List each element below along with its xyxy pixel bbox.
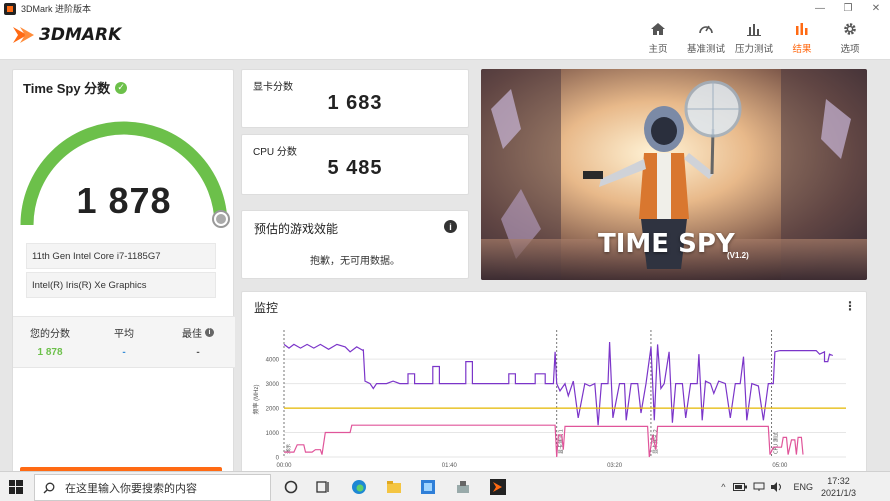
nav-options-label: 选项 [840,44,860,55]
app-icon [4,2,16,15]
home-icon [651,23,665,35]
hero-version: (V1.2) [727,251,749,260]
battery-icon[interactable] [733,483,748,491]
app-icon-generic[interactable] [455,479,471,495]
score-panel: Time Spy 分数 ✓ 1 878 11th Gen Intel Core … [12,69,235,477]
bar-chart-icon [747,24,761,36]
info-icon[interactable]: i [205,328,214,337]
search-placeholder: 在这里输入你要搜索的内容 [65,482,197,495]
3dmark-taskbar-icon[interactable] [490,479,506,495]
logo-icon [13,27,34,43]
cpu-score-label: CPU 分数 [253,147,297,158]
your-score-stat: 您的分数 1 878 [13,317,87,367]
gpu-name: Intel(R) Iris(R) Xe Graphics [26,272,216,298]
search-icon [43,482,55,493]
check-icon: ✓ [115,81,128,94]
x-tick-label: 05:00 [772,463,788,469]
clock[interactable]: 17:32 2021/1/3 [821,475,856,499]
taskbar-search[interactable]: 在这里输入你要搜索的内容 [34,474,271,501]
score-comparison: 您的分数 1 878 平均 - 最佳 i - [13,316,235,368]
average-value: - [122,347,126,358]
cortana-icon[interactable] [283,479,299,495]
logo: 3DMARK [13,24,121,46]
window-title: 3DMark 进阶版本 [21,4,92,14]
best-value: - [196,347,200,358]
clock-time: 17:32 [827,476,850,486]
x-tick-label: 01:40 [442,463,458,469]
volume-icon[interactable] [771,482,783,492]
task-view-icon[interactable] [315,479,331,495]
monitoring-panel: 监控 ⋮ 0 1000 2000 3000 4000 00:00 01:40 03:20 05:… [241,291,867,481]
app-header: 3DMARK 主页 基准测试 压力测试 结果 选项 [0,17,890,60]
y-tick-label: 3000 [266,382,280,388]
minimize-button[interactable]: — [806,0,834,17]
average-label: 平均 [114,329,134,340]
cpu-score-card: CPU 分数 5 485 [241,134,469,195]
y-tick-label: 0 [276,456,280,462]
store-icon[interactable] [420,479,436,495]
nav-home-label: 主页 [648,44,668,55]
section-marker-label: 显卡测试 2 [652,429,659,454]
graphics-score-card: 显卡分数 1 683 [241,69,469,128]
edge-icon[interactable] [351,479,367,495]
graphics-score-value: 1 683 [327,92,383,114]
cpu-name: 11th Gen Intel Core i7-1185G7 [26,243,216,269]
total-score: 1 878 [76,180,172,221]
main-nav: 主页 基准测试 压力测试 结果 选项 [634,21,874,55]
nav-benchmarks-label: 基准测试 [686,44,725,55]
best-label: 最佳 [182,329,202,340]
y-axis-label: 频率 (MHz) [252,385,260,415]
windows-start-icon[interactable] [9,480,23,494]
nav-benchmarks[interactable]: 基准测试 [682,21,730,55]
your-score-value: 1 878 [37,347,63,358]
series-line-3 [284,424,804,458]
your-score-label: 您的分数 [30,329,70,340]
monitoring-chart: 0 1000 2000 3000 4000 00:00 01:40 03:20 05:00 频率 … [252,330,846,469]
benchmark-hero-image: TIME SPY (V1.2) [481,69,867,280]
language-indicator[interactable]: ENG [793,482,813,492]
cpu-score-value: 5 485 [327,157,383,179]
best-label-wrap: 最佳 i [182,325,214,340]
results-icon [796,23,808,35]
logo-text: 3DMARK [39,25,122,45]
nav-results-label: 结果 [792,44,812,55]
score-title-text: Time Spy 分数 [23,81,111,96]
game-performance-note: 抱歉，无可用数据。 [310,256,400,267]
nav-options[interactable]: 选项 [826,21,874,55]
best-stat: 最佳 i - [161,317,235,367]
game-performance-card: 预估的游戏效能 i 抱歉，无可用数据。 [241,210,469,279]
gear-icon [844,23,856,35]
game-performance-title: 预估的游戏效能 [254,222,339,236]
close-button[interactable]: ✕ [862,0,890,17]
nav-home[interactable]: 主页 [634,21,682,55]
maximize-button[interactable]: ❐ [834,0,862,17]
nav-stress-tests[interactable]: 压力测试 [730,21,778,55]
file-explorer-icon[interactable] [386,479,402,495]
y-tick-label: 2000 [266,407,280,413]
window-controls: — ❐ ✕ [806,0,890,17]
graphics-score-label: 显卡分数 [253,82,293,93]
nav-stress-tests-label: 压力测试 [734,44,773,55]
info-icon[interactable]: i [444,220,457,233]
section-marker-label: CPU 测试 [773,432,780,454]
gauge-icon [699,25,713,34]
show-hidden-icons[interactable]: ^ [721,482,725,492]
x-tick-label: 03:20 [607,463,623,469]
score-title: Time Spy 分数 ✓ [23,78,128,97]
taskbar: 在这里输入你要搜索的内容 ^ ENG 17:32 2021/1/3 [0,471,890,501]
x-tick-label: 00:00 [276,463,292,469]
system-tray: ^ ENG 17:32 2021/1/3 [721,472,890,501]
hero-title: TIME SPY [598,229,735,259]
clock-date: 2021/1/3 [820,488,856,498]
network-icon[interactable] [753,482,765,492]
y-tick-label: 4000 [266,358,280,364]
y-tick-label: 1000 [266,431,280,437]
nav-results[interactable]: 结果 [778,21,826,55]
title-bar: 3DMark 进阶版本 — ❐ ✕ [0,0,890,17]
average-stat: 平均 - [87,317,161,367]
